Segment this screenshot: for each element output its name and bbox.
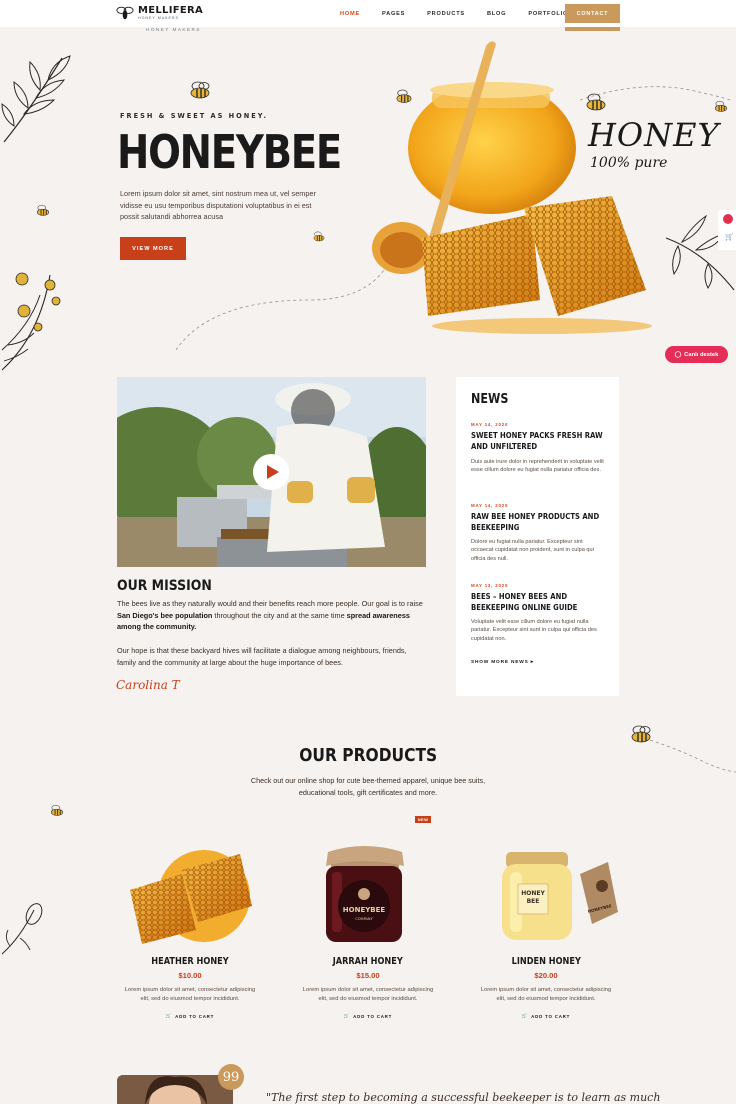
bee-logo-icon: [116, 6, 134, 20]
mission-title: OUR MISSION: [117, 578, 212, 594]
honey-jar-illustration: [372, 41, 652, 334]
logo-name: MELLIFERA: [138, 4, 204, 16]
product-name[interactable]: HEATHER HONEY: [120, 956, 260, 967]
cart-icon[interactable]: 🛒: [725, 234, 734, 241]
add-to-cart-label: ADD TO CART: [531, 1013, 571, 1019]
jar-label-text: HONEYBEE: [343, 906, 386, 914]
add-to-cart-link[interactable]: 🛒 ADD TO CART: [476, 1013, 616, 1019]
cart-icon: 🛒: [343, 1013, 351, 1018]
leaf-branch-icon: [1, 55, 71, 143]
product-description: Lorem ipsum dolor sit amet, consectetur …: [302, 987, 434, 1002]
product-name-text: HEATHER HONEY: [151, 956, 229, 967]
logo-ghost-tagline: HONEY MAKERS: [146, 27, 201, 32]
product-price: $20.00: [534, 971, 558, 980]
jarrah-honey-image[interactable]: HONEYBEE COMPANY: [318, 842, 410, 946]
jar-label-text: HONEY: [521, 890, 545, 897]
bee-icon: [714, 100, 728, 112]
nav-products[interactable]: PRODUCTS: [427, 11, 465, 17]
jar-label-subtext: BEE: [527, 898, 540, 905]
mission-paragraph-2: Our hope is that these backyard hives wi…: [117, 646, 407, 667]
view-more-button[interactable]: VIEW MORE: [120, 237, 186, 260]
news-headline[interactable]: BEES – HONEY BEES AND BEEKEEPING ONLINE …: [471, 591, 609, 613]
add-to-cart-label: ADD TO CART: [175, 1013, 215, 1019]
news-excerpt: Dolore eu fugiat nulla pariatur. Excepte…: [471, 539, 594, 562]
nav-pages[interactable]: PAGES: [382, 11, 405, 17]
testimonial-photo: [117, 1075, 233, 1104]
bee-icon: [631, 725, 651, 743]
jar-label-subtext: COMPANY: [355, 917, 373, 921]
product-name[interactable]: JARRAH HONEY: [298, 956, 438, 967]
show-more-label: SHOW MORE NEWS: [471, 660, 529, 665]
bee-icon: [50, 804, 64, 816]
pod-branch-icon: [1, 903, 43, 955]
testimonial-quote: "The first step to becoming a successful…: [266, 1091, 661, 1104]
chat-bubble-icon: ◯: [674, 351, 682, 358]
add-to-cart-link[interactable]: 🛒 ADD TO CART: [298, 1013, 438, 1019]
nav-portfolio[interactable]: PORTFOLIO: [528, 11, 568, 17]
news-headline[interactable]: SWEET HONEY PACKS FRESH RAW AND UNFILTER…: [471, 430, 609, 452]
product-price: $15.00: [356, 971, 380, 980]
contact-button[interactable]: CONTACT: [565, 4, 620, 23]
add-to-cart-link[interactable]: 🛒 ADD TO CART: [120, 1013, 260, 1019]
new-badge: NEW: [415, 816, 431, 823]
arrow-right-icon: ▸: [530, 660, 534, 665]
play-icon: [267, 465, 279, 479]
product-price: $10.00: [178, 971, 202, 980]
logo[interactable]: MELLIFERA HONEY MAKERS: [116, 5, 203, 21]
show-more-news-link[interactable]: SHOW MORE NEWS ▸: [471, 660, 534, 665]
product-description: Lorem ipsum dolor sit amet, consectetur …: [124, 987, 256, 1002]
product-name-text: LINDEN HONEY: [511, 956, 581, 967]
bee-icon: [36, 204, 50, 216]
settings-icon[interactable]: [723, 214, 733, 224]
hero-kicker: FRESH & SWEET AS HONEY.: [120, 112, 268, 120]
mission-text: The bees live as they naturally would an…: [117, 599, 423, 608]
quote-icon: 99: [218, 1064, 244, 1090]
product-name[interactable]: LINDEN HONEY: [476, 956, 616, 967]
news-date: MAY 13, 2020: [471, 583, 509, 588]
add-to-cart-label: ADD TO CART: [353, 1013, 393, 1019]
linden-honey-image[interactable]: HONEY BEE HONEYBEE: [496, 844, 620, 948]
products-title: OUR PRODUCTS: [0, 745, 736, 766]
hero-title: HONEYBEE: [117, 125, 342, 179]
hero-description: Lorem ipsum dolor sit amet, sint nostrum…: [120, 189, 316, 221]
flower-branch-icon: [1, 272, 61, 371]
nav-blog[interactable]: BLOG: [487, 11, 506, 17]
news-date: MAY 14, 2020: [471, 422, 509, 427]
signature: Carolina T: [116, 678, 180, 692]
news-title: NEWS: [471, 392, 509, 407]
products-subtitle: Check out our online shop for cute bee-t…: [250, 776, 486, 797]
product-description: Lorem ipsum dolor sit amet, consectetur …: [480, 987, 612, 1002]
bee-icon: [313, 231, 325, 242]
products-title-text: OUR PRODUCTS: [299, 745, 437, 766]
news-excerpt: Duis aute irure dolor in reprehenderit i…: [471, 459, 604, 474]
main-nav: HOME PAGES PRODUCTS BLOG PORTFOLIO: [340, 0, 568, 27]
cart-icon: 🛒: [165, 1013, 173, 1018]
mission-highlight: San Diego's bee population: [117, 610, 213, 620]
customer-portrait: [117, 1075, 233, 1104]
news-date: MAY 14, 2020: [471, 503, 509, 508]
bee-icon: [190, 81, 210, 99]
live-chat-label: Canlı destek: [684, 351, 719, 358]
news-headline[interactable]: RAW BEE HONEY PRODUCTS AND BEEKEEPING: [471, 511, 609, 533]
honey-script-subtitle: 100% pure: [590, 155, 668, 171]
heather-honey-image[interactable]: [122, 840, 258, 952]
nav-home[interactable]: HOME: [340, 11, 360, 17]
logo-tagline: HONEY MAKERS: [138, 15, 179, 20]
product-name-text: JARRAH HONEY: [332, 956, 404, 967]
cart-icon: 🛒: [521, 1013, 529, 1018]
mission-text: throughout the city and at the same time: [212, 610, 347, 620]
mission-paragraph-1: The bees live as they naturally would an…: [117, 598, 429, 633]
play-button[interactable]: [253, 454, 289, 490]
live-chat-button[interactable]: ◯ Canlı destek: [665, 346, 728, 363]
news-excerpt: Voluptate velit esse cillum dolore eu fu…: [471, 619, 597, 642]
honey-script-title: HONEY: [588, 116, 720, 154]
contact-button-tab: [565, 27, 620, 31]
